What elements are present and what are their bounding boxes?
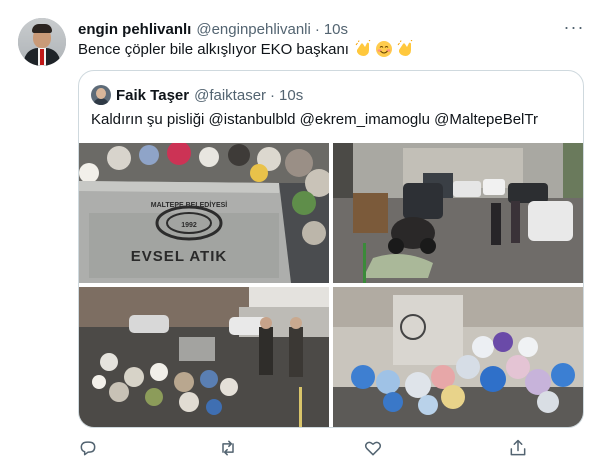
clapping-hands-icon [355,40,371,56]
tweet-header: engin pehlivanlı @enginpehlivanli · 10s [78,19,348,39]
author-name[interactable]: engin pehlivanlı [78,21,191,38]
photo-garbage-container[interactable]: MALTEPE BELEDİYESİ 1992 EVSEL ATIK [79,143,329,283]
quoted-author-avatar [91,85,111,105]
quoted-author-name: Faik Taşer [116,86,190,104]
svg-text:MALTEPE BELEDİYESİ: MALTEPE BELEDİYESİ [151,201,228,209]
photo-street-garbage-pile[interactable] [79,287,329,427]
like-button[interactable] [363,438,383,458]
author-avatar[interactable] [18,18,66,66]
tweet-timestamp[interactable]: 10s [324,21,348,38]
share-icon [510,439,526,456]
retweet-button[interactable] [218,438,238,458]
svg-text:EVSEL ATIK: EVSEL ATIK [131,248,227,265]
tweet-text: Bence çöpler bile alkışlıyor EKO başkanı [78,40,414,58]
like-icon [364,441,382,456]
quoted-tweet-text: Kaldırın şu pisliği @istanbulbld @ekrem_… [91,111,538,128]
quoted-author-handle: @faiktaser [194,86,267,104]
quoted-tweet[interactable]: Faik Taşer @faiktaser · 10s Kaldırın şu … [78,70,584,428]
photo-street-cars[interactable] [333,143,583,283]
quoted-timestamp: 10s [279,86,304,104]
photo-grid: MALTEPE BELEDİYESİ 1992 EVSEL ATIK [79,143,583,427]
tweet-actions [78,436,582,460]
clapping-hands-icon [397,40,413,56]
separator-dot: · [270,86,276,104]
reply-icon [80,441,96,456]
author-handle[interactable]: @enginpehlivanli [196,21,310,38]
svg-text:1992: 1992 [181,222,197,229]
reply-button[interactable] [78,438,98,458]
smiling-face-icon [375,41,392,57]
tweet: engin pehlivanlı @enginpehlivanli · 10s … [0,0,610,468]
quoted-tweet-header: Faik Taşer @faiktaser · 10s [91,85,303,105]
more-options-button[interactable]: ··· [562,18,586,40]
separator-dot: · [314,20,320,38]
photo-garbage-bags[interactable] [333,287,583,427]
retweet-icon [222,440,234,456]
tweet-text-body: Bence çöpler bile alkışlıyor EKO başkanı [78,40,349,58]
share-button[interactable] [508,438,528,458]
